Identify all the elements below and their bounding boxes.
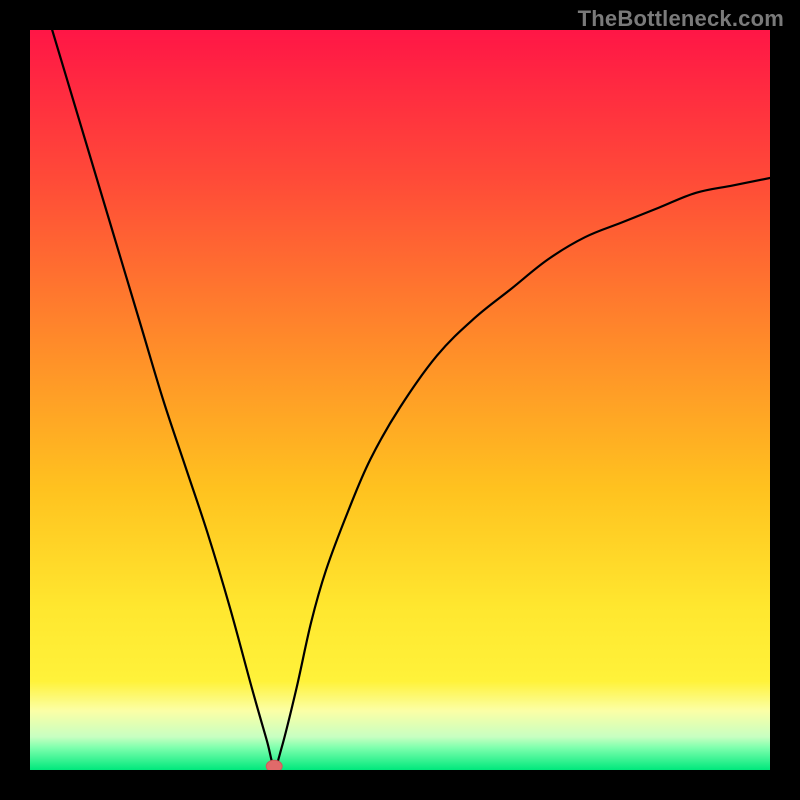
plot-area <box>30 30 770 770</box>
watermark-text: TheBottleneck.com <box>578 6 784 32</box>
plot-svg <box>30 30 770 770</box>
gradient-background <box>30 30 770 770</box>
chart-frame: TheBottleneck.com <box>0 0 800 800</box>
minimum-marker <box>266 760 282 770</box>
